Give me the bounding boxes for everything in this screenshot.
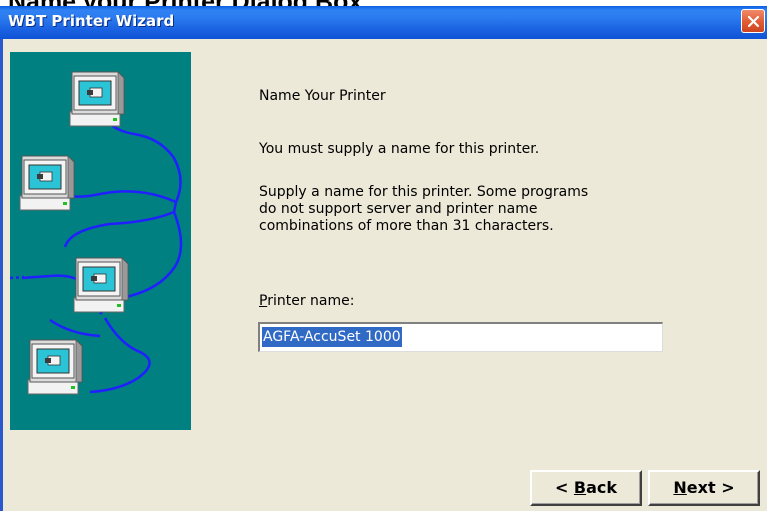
next-button-access-key: N bbox=[673, 478, 687, 497]
back-button-access-key: B bbox=[573, 478, 587, 497]
title-bar[interactable]: WBT Printer Wizard bbox=[0, 6, 767, 39]
description-text: Supply a name for this printer. Some pro… bbox=[259, 184, 589, 234]
back-button[interactable]: < Back bbox=[530, 470, 642, 506]
back-button-rest: ack bbox=[586, 478, 618, 497]
printer-name-value: AGFA-AccuSet 1000 bbox=[262, 327, 402, 347]
instruction-text: You must supply a name for this printer. bbox=[259, 141, 540, 157]
close-icon bbox=[747, 15, 760, 28]
page: Name your Printer Dialog Box WBT Printer… bbox=[0, 0, 767, 511]
printer-name-label-rest: rinter name: bbox=[267, 293, 355, 309]
wizard-window: WBT Printer Wizard Name Your Printer You… bbox=[0, 6, 767, 511]
printer-name-label: Printer name: bbox=[259, 293, 354, 309]
wizard-banner bbox=[9, 52, 191, 430]
window-left-border bbox=[0, 39, 3, 511]
close-button[interactable] bbox=[741, 9, 765, 33]
window-title: WBT Printer Wizard bbox=[8, 12, 175, 30]
printer-name-label-access-key: P bbox=[259, 293, 268, 309]
wizard-heading: Name Your Printer bbox=[259, 88, 386, 104]
next-button[interactable]: Next > bbox=[648, 470, 760, 506]
networked-computers-illustration bbox=[9, 71, 183, 395]
back-button-prefix: < bbox=[554, 478, 574, 497]
printer-name-input[interactable]: AGFA-AccuSet 1000 bbox=[258, 322, 663, 352]
next-button-rest: ext > bbox=[686, 478, 735, 497]
